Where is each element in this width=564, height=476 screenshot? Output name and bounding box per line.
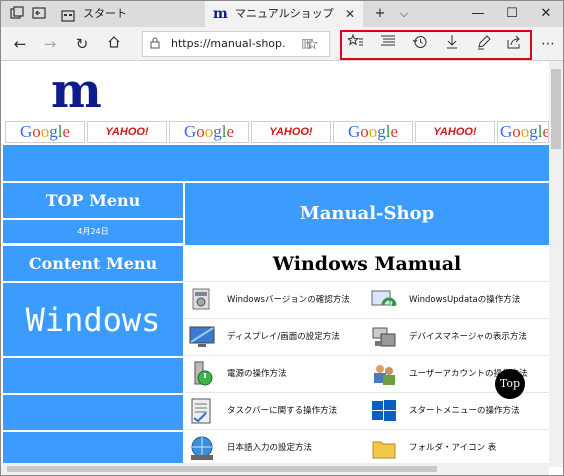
- sidebar: TOP Menu 4月24日 Content Menu Windows: [3, 183, 183, 467]
- ad-banner-row: Google YAHOO! Google YAHOO! Google YAHOO…: [5, 121, 549, 143]
- forward-icon[interactable]: →: [39, 34, 61, 54]
- top-menu-link[interactable]: TOP Menu: [3, 183, 183, 219]
- ad-google[interactable]: Google: [497, 121, 549, 143]
- power-icon: [187, 359, 217, 389]
- url-text: https://manual-shop.: [171, 37, 286, 50]
- start-menu-icon: [369, 396, 399, 426]
- folder-icon: [369, 433, 399, 463]
- maximize-button[interactable]: ☐: [495, 1, 529, 27]
- list-item[interactable]: スタートメニューの操作方法: [367, 392, 549, 428]
- history-icon[interactable]: [409, 34, 431, 54]
- device-manager-icon: [369, 322, 399, 352]
- windows-menu-link[interactable]: Windows: [3, 283, 183, 357]
- top-blue-strip: [3, 145, 549, 181]
- tab-label: マニュアルショップ: [235, 7, 334, 20]
- tab-label: スタート: [83, 7, 127, 20]
- start-page-icon: [61, 7, 75, 22]
- date-label: 4月24日: [3, 220, 183, 244]
- tab-manual-shop[interactable]: m マニュアルショップ ✕: [205, 1, 363, 27]
- item-label: スタートメニューの操作方法: [409, 406, 520, 416]
- browser-window: スタート m マニュアルショップ ✕ + ⌵ — ☐ ✕ ← → ↻ https…: [0, 0, 564, 476]
- display-icon: [187, 322, 217, 352]
- set-aside-tabs-icon[interactable]: [31, 6, 47, 22]
- minimize-button[interactable]: —: [461, 1, 495, 27]
- more-icon[interactable]: ⋯: [537, 34, 559, 54]
- site-favicon-icon: m: [213, 6, 228, 22]
- scrollbar-thumb[interactable]: [7, 466, 437, 472]
- favorite-star-icon[interactable]: ☆: [301, 34, 323, 54]
- refresh-icon[interactable]: ↻: [71, 34, 93, 54]
- pen-icon[interactable]: [473, 34, 495, 54]
- ad-google[interactable]: Google: [333, 121, 413, 143]
- horizontal-scrollbar[interactable]: [1, 463, 549, 475]
- ime-icon: [187, 433, 217, 463]
- vertical-scrollbar[interactable]: [549, 61, 563, 467]
- list-item[interactable]: デバイスマネージャの表示方法: [367, 318, 549, 354]
- home-icon[interactable]: [103, 34, 125, 54]
- scrollbar-thumb[interactable]: [551, 69, 561, 149]
- item-label: 日本語入力の設定方法: [227, 443, 313, 453]
- list-item[interactable]: Windowsバージョンの確認方法: [185, 281, 367, 317]
- item-label: タスクバーに関する操作方法: [227, 406, 338, 416]
- ad-yahoo[interactable]: YAHOO!: [87, 121, 167, 143]
- section-title: Windows Mamual: [272, 253, 462, 275]
- list-item[interactable]: 電源の操作方法: [185, 355, 367, 391]
- list-item[interactable]: タスクバーに関する操作方法: [185, 392, 367, 428]
- site-logo[interactable]: m: [51, 63, 102, 119]
- hub-icon[interactable]: [377, 34, 399, 54]
- tab-preview-icon[interactable]: [9, 6, 25, 22]
- sidebar-menu-item[interactable]: [3, 432, 183, 467]
- item-label: ディスプレイ/画面の設定方法: [227, 332, 340, 342]
- windows-update-icon: [369, 285, 399, 315]
- ad-google[interactable]: Google: [5, 121, 85, 143]
- sidebar-menu-item[interactable]: [3, 358, 183, 394]
- item-label: フォルダ・アイコン 表: [409, 443, 497, 453]
- ad-yahoo[interactable]: YAHOO!: [251, 121, 331, 143]
- sidebar-menu-item[interactable]: [3, 395, 183, 431]
- main-content: Manual-Shop Windows Mamual Windowsバージョンの…: [185, 183, 549, 467]
- back-icon[interactable]: ←: [9, 34, 31, 54]
- ad-yahoo[interactable]: YAHOO!: [415, 121, 495, 143]
- item-label: WindowsUpdataの操作方法: [409, 295, 521, 305]
- navigation-bar: ← → ↻ https://manual-shop. ▥ ☆ ⋯: [1, 27, 563, 61]
- windows-version-icon: [187, 285, 217, 315]
- ad-google[interactable]: Google: [169, 121, 249, 143]
- download-icon[interactable]: [441, 34, 463, 54]
- list-item[interactable]: 日本語入力の設定方法: [185, 429, 367, 465]
- lock-icon: [150, 37, 160, 52]
- title-bar: スタート m マニュアルショップ ✕ + ⌵ — ☐ ✕: [1, 1, 563, 27]
- tab-start[interactable]: スタート: [53, 1, 203, 27]
- close-tab-icon[interactable]: ✕: [345, 1, 355, 27]
- site-header: Manual-Shop: [185, 183, 549, 245]
- favorites-add-icon[interactable]: [345, 33, 367, 54]
- close-window-button[interactable]: ✕: [529, 1, 563, 27]
- list-item[interactable]: ディスプレイ/画面の設定方法: [185, 318, 367, 354]
- item-label: 電源の操作方法: [227, 369, 287, 379]
- item-label: デバイスマネージャの表示方法: [409, 332, 527, 342]
- top-button[interactable]: Top: [495, 369, 525, 399]
- user-account-icon: [369, 359, 399, 389]
- item-label: ユーザーアカウントの操作方法: [409, 369, 528, 379]
- page-viewport: m Google YAHOO! Google YAHOO! Google YAH…: [1, 61, 549, 467]
- share-icon[interactable]: [503, 34, 525, 54]
- list-item[interactable]: WindowsUpdataの操作方法: [367, 281, 549, 317]
- item-label: Windowsバージョンの確認方法: [227, 295, 350, 305]
- content-menu-heading: Content Menu: [3, 246, 183, 282]
- tab-list-chevron-icon[interactable]: ⌵: [387, 1, 421, 27]
- list-item[interactable]: フォルダ・アイコン 表: [367, 429, 549, 465]
- taskbar-icon: [187, 396, 217, 426]
